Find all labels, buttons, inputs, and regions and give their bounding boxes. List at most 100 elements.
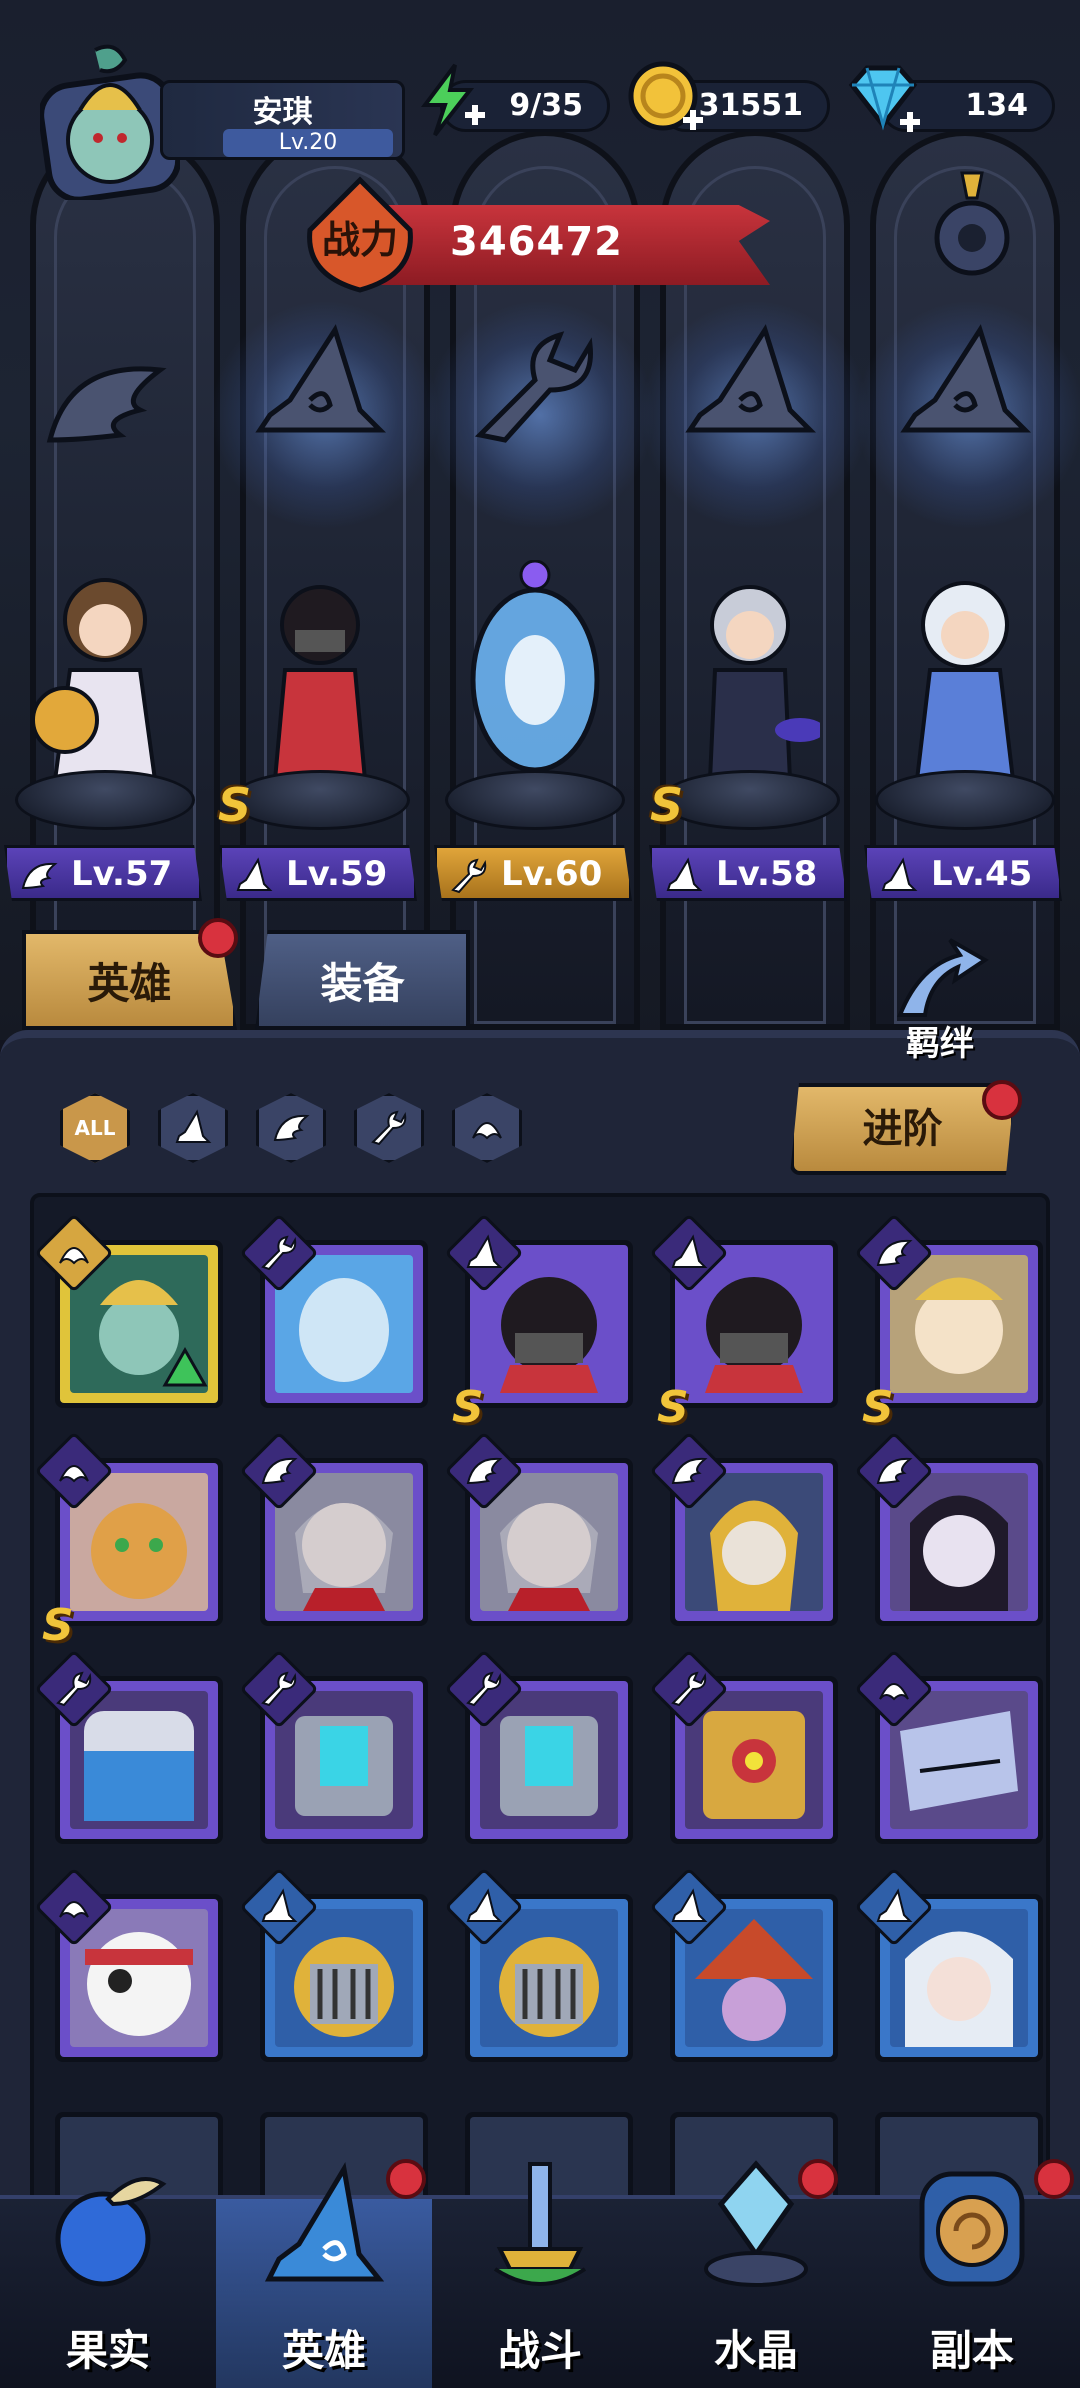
notification-dot xyxy=(982,1080,1022,1120)
filter-all-label: ALL xyxy=(74,1116,116,1140)
hat-class-icon xyxy=(466,1234,503,1268)
bond-button[interactable]: 羁绊 xyxy=(880,935,1000,1065)
hero-pedestal xyxy=(875,770,1055,830)
wing-class-icon xyxy=(21,862,58,890)
wing-class-icon xyxy=(261,1457,298,1485)
hero-card[interactable] xyxy=(649,1867,838,2062)
nav-battle[interactable]: 战斗 xyxy=(432,2162,648,2388)
notification-dot xyxy=(798,2159,838,2199)
nav-dungeon[interactable]: 副本 xyxy=(864,2159,1080,2388)
s-rank-badge: S xyxy=(862,1382,894,1433)
hero-card[interactable] xyxy=(239,1649,428,1844)
hat-class-icon xyxy=(261,1888,298,1922)
hero-pedestal xyxy=(445,770,625,830)
hero-card[interactable] xyxy=(854,1649,1043,1844)
hero-card[interactable]: S xyxy=(854,1213,1043,1433)
s-rank-badge: S xyxy=(218,778,252,832)
nav-dungeon-label: 副本 xyxy=(929,2326,1014,2375)
hat-class-icon xyxy=(881,857,918,891)
claw-class-icon xyxy=(59,1465,89,1483)
power-label: 战力 xyxy=(322,218,398,262)
wrench-class-icon xyxy=(261,1235,297,1271)
hero-card[interactable] xyxy=(239,1213,428,1408)
nav-crystal[interactable]: 水晶 xyxy=(648,2159,864,2388)
wrench-class-icon xyxy=(671,1671,707,1707)
hat-emblem-icon xyxy=(900,324,1032,433)
hero-card[interactable] xyxy=(649,1649,838,1844)
claw-class-icon xyxy=(59,1247,89,1265)
hero-level-plate: Lv.59 xyxy=(219,845,417,901)
hero-card[interactable] xyxy=(444,1431,633,1626)
tab-equipment[interactable]: 装备 xyxy=(255,930,470,1030)
hero-card[interactable] xyxy=(854,1867,1043,2062)
hero-card[interactable] xyxy=(239,1867,428,2062)
wing-emblem-icon xyxy=(46,366,167,443)
hero-card[interactable] xyxy=(34,1867,223,2062)
player-info[interactable]: 安琪 Lv.20 xyxy=(160,80,405,160)
wing-class-icon xyxy=(876,1457,913,1485)
settings-icon[interactable] xyxy=(912,168,1032,288)
notification-dot xyxy=(1034,2159,1074,2199)
wrench-class-icon xyxy=(371,1110,407,1146)
hero-figure xyxy=(470,560,600,773)
hero-card[interactable] xyxy=(34,1213,223,1408)
hero-collection-panel xyxy=(0,1030,1080,2273)
energy-bolt-icon[interactable] xyxy=(410,60,490,140)
hat-class-icon xyxy=(671,1234,708,1268)
player-avatar[interactable] xyxy=(40,40,180,200)
combat-power-banner: 战力 346472 xyxy=(300,175,770,300)
hero-card[interactable] xyxy=(34,1649,223,1844)
bond-label: 羁绊 xyxy=(906,1024,974,1064)
hero-level: Lv.59 xyxy=(286,854,388,894)
nav-battle-label: 战斗 xyxy=(497,2326,582,2375)
hat-class-icon xyxy=(671,1888,708,1922)
lineup-hero-slot[interactable] xyxy=(5,540,205,830)
hat-class-icon xyxy=(236,857,273,891)
gold-value: 31551 xyxy=(698,88,803,123)
hero-card[interactable] xyxy=(854,1431,1043,1626)
wrench-class-icon xyxy=(451,858,487,894)
s-rank-badge: S xyxy=(42,1600,74,1651)
nav-fruit[interactable]: 果实 xyxy=(0,2177,216,2388)
hero-level: Lv.57 xyxy=(71,854,173,894)
hero-card[interactable] xyxy=(444,1867,633,2062)
hat-class-icon xyxy=(876,1888,913,1922)
hero-card[interactable]: S xyxy=(444,1213,633,1433)
wing-class-icon xyxy=(876,1239,913,1267)
claw-class-icon xyxy=(879,1683,909,1701)
nav-crystal-label: 水晶 xyxy=(713,2326,798,2375)
wrench-class-icon xyxy=(261,1671,297,1707)
notification-dot xyxy=(198,918,238,958)
hero-card[interactable] xyxy=(649,1431,838,1626)
wing-class-icon xyxy=(273,1114,310,1142)
hero-level-plate: Lv.60 xyxy=(434,845,632,901)
nav-heroes[interactable]: 英雄 xyxy=(216,2159,432,2388)
lineup-hero-slot[interactable] xyxy=(435,540,635,830)
hat-emblem-icon xyxy=(255,324,387,433)
s-rank-badge: S xyxy=(657,1382,689,1433)
portal-icon xyxy=(919,2171,1025,2287)
wrench-emblem-icon xyxy=(474,331,593,443)
fruit-icon xyxy=(55,2177,167,2287)
hat-class-icon xyxy=(666,857,703,891)
diamond-icon[interactable] xyxy=(842,60,924,140)
hero-pedestal xyxy=(660,770,840,830)
diamond-value: 134 xyxy=(965,88,1028,123)
flame-badge-icon: 战力 xyxy=(307,176,413,293)
hero-card[interactable]: S xyxy=(649,1213,838,1433)
gold-coin-icon[interactable] xyxy=(625,58,707,140)
hat-emblem-icon xyxy=(685,324,817,433)
nav-heroes-label: 英雄 xyxy=(281,2326,366,2375)
hero-figure xyxy=(914,581,1016,782)
wrench-class-icon xyxy=(56,1671,92,1707)
hero-figure xyxy=(272,585,368,782)
hero-level-plate: Lv.45 xyxy=(864,845,1062,901)
notification-dot xyxy=(386,2159,426,2199)
lineup-hero-slot[interactable] xyxy=(865,540,1065,830)
claw-class-icon xyxy=(472,1122,502,1140)
hero-figure xyxy=(707,585,820,782)
hero-level-plate: Lv.58 xyxy=(649,845,847,901)
hero-card[interactable] xyxy=(239,1431,428,1626)
hero-card[interactable]: S xyxy=(34,1431,223,1651)
hero-card[interactable] xyxy=(444,1649,633,1844)
